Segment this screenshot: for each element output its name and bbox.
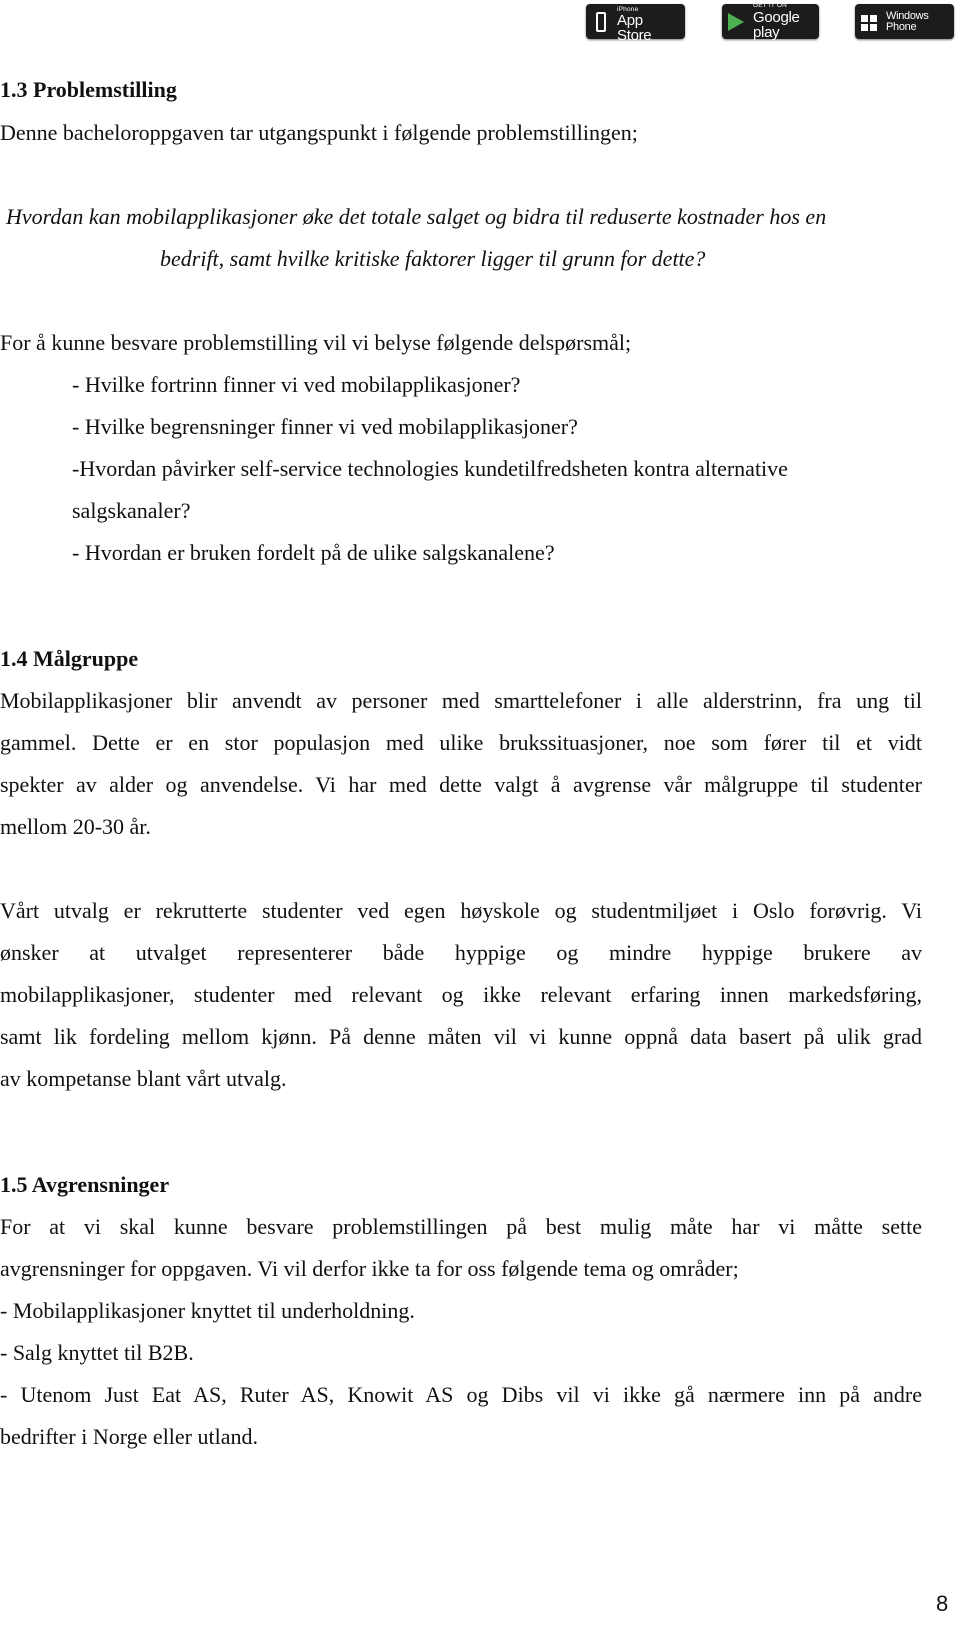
paragraph-line: mellom 20-30 år. xyxy=(0,814,151,839)
google-play-badge[interactable]: GET IT ON Google play xyxy=(722,3,819,41)
paragraph-line: mobilapplikasjoner, studenter med releva… xyxy=(0,982,922,1007)
section-heading-1-3: 1.3 Problemstilling xyxy=(0,77,177,102)
research-question-line-1: Hvordan kan mobilapplikasjoner øke det t… xyxy=(6,204,827,229)
intro-text: Denne bacheloroppgaven tar utgangspunkt … xyxy=(0,120,638,145)
app-store-badges: Available on the iPhone App Store GET IT… xyxy=(0,0,960,43)
paragraph-line: Mobilapplikasjoner blir anvendt av perso… xyxy=(0,688,922,713)
section-heading-1-5: 1.5 Avgrensninger xyxy=(0,1172,170,1197)
sub-question: - Hvordan er bruken fordelt på de ulike … xyxy=(72,540,555,565)
windows-phone-badge-label-2: Phone xyxy=(886,20,917,33)
list-item-continuation: bedrifter i Norge eller utland. xyxy=(0,1424,258,1449)
google-play-badge-label: Google play xyxy=(753,8,800,41)
paragraph-line: For at vi skal kunne besvare problemstil… xyxy=(0,1214,922,1239)
iphone-icon xyxy=(592,10,612,34)
sub-question: - Hvilke begrensninger finner vi ved mob… xyxy=(72,414,578,439)
page-number: 8 xyxy=(936,1591,949,1616)
sub-questions-intro: For å kunne besvare problemstilling vil … xyxy=(0,330,632,355)
paragraph-line: ønsker at utvalget representerer både hy… xyxy=(0,940,922,965)
app-store-badge[interactable]: Available on the iPhone App Store xyxy=(586,0,685,43)
paragraph-line: avgrensninger for oppgaven. Vi vil derfo… xyxy=(0,1256,739,1281)
windows-icon xyxy=(861,10,881,34)
paragraph-line: spekter av alder og anvendelse. Vi har m… xyxy=(0,772,922,797)
research-question-line-2: bedrift, samt hvilke kritiske faktorer l… xyxy=(160,246,706,271)
sub-question: - Hvilke fortrinn finner vi ved mobilapp… xyxy=(72,372,521,397)
paragraph-line: gammel. Dette er en stor populasjon med … xyxy=(0,730,922,755)
sub-question: -Hvordan påvirker self-service technolog… xyxy=(72,456,788,481)
list-item: - Salg knyttet til B2B. xyxy=(0,1340,194,1365)
sub-question-continuation: salgskanaler? xyxy=(72,498,191,523)
google-play-icon xyxy=(728,10,748,34)
windows-phone-badge[interactable]: Windows Phone xyxy=(855,4,954,39)
paragraph-line: samt lik fordeling mellom kjønn. På denn… xyxy=(0,1024,922,1049)
list-item: - Mobilapplikasjoner knyttet til underho… xyxy=(0,1298,415,1323)
section-heading-1-4: 1.4 Målgruppe xyxy=(0,646,139,671)
windows-phone-badge-label-1: Windows xyxy=(886,9,929,22)
app-store-badge-label: App Store xyxy=(617,12,652,44)
paragraph-line: av kompetanse blant vårt utvalg. xyxy=(0,1066,287,1091)
list-item: - Utenom Just Eat AS, Ruter AS, Knowit A… xyxy=(0,1382,922,1407)
paragraph-line: Vårt utvalg er rekrutterte studenter ved… xyxy=(0,898,922,923)
